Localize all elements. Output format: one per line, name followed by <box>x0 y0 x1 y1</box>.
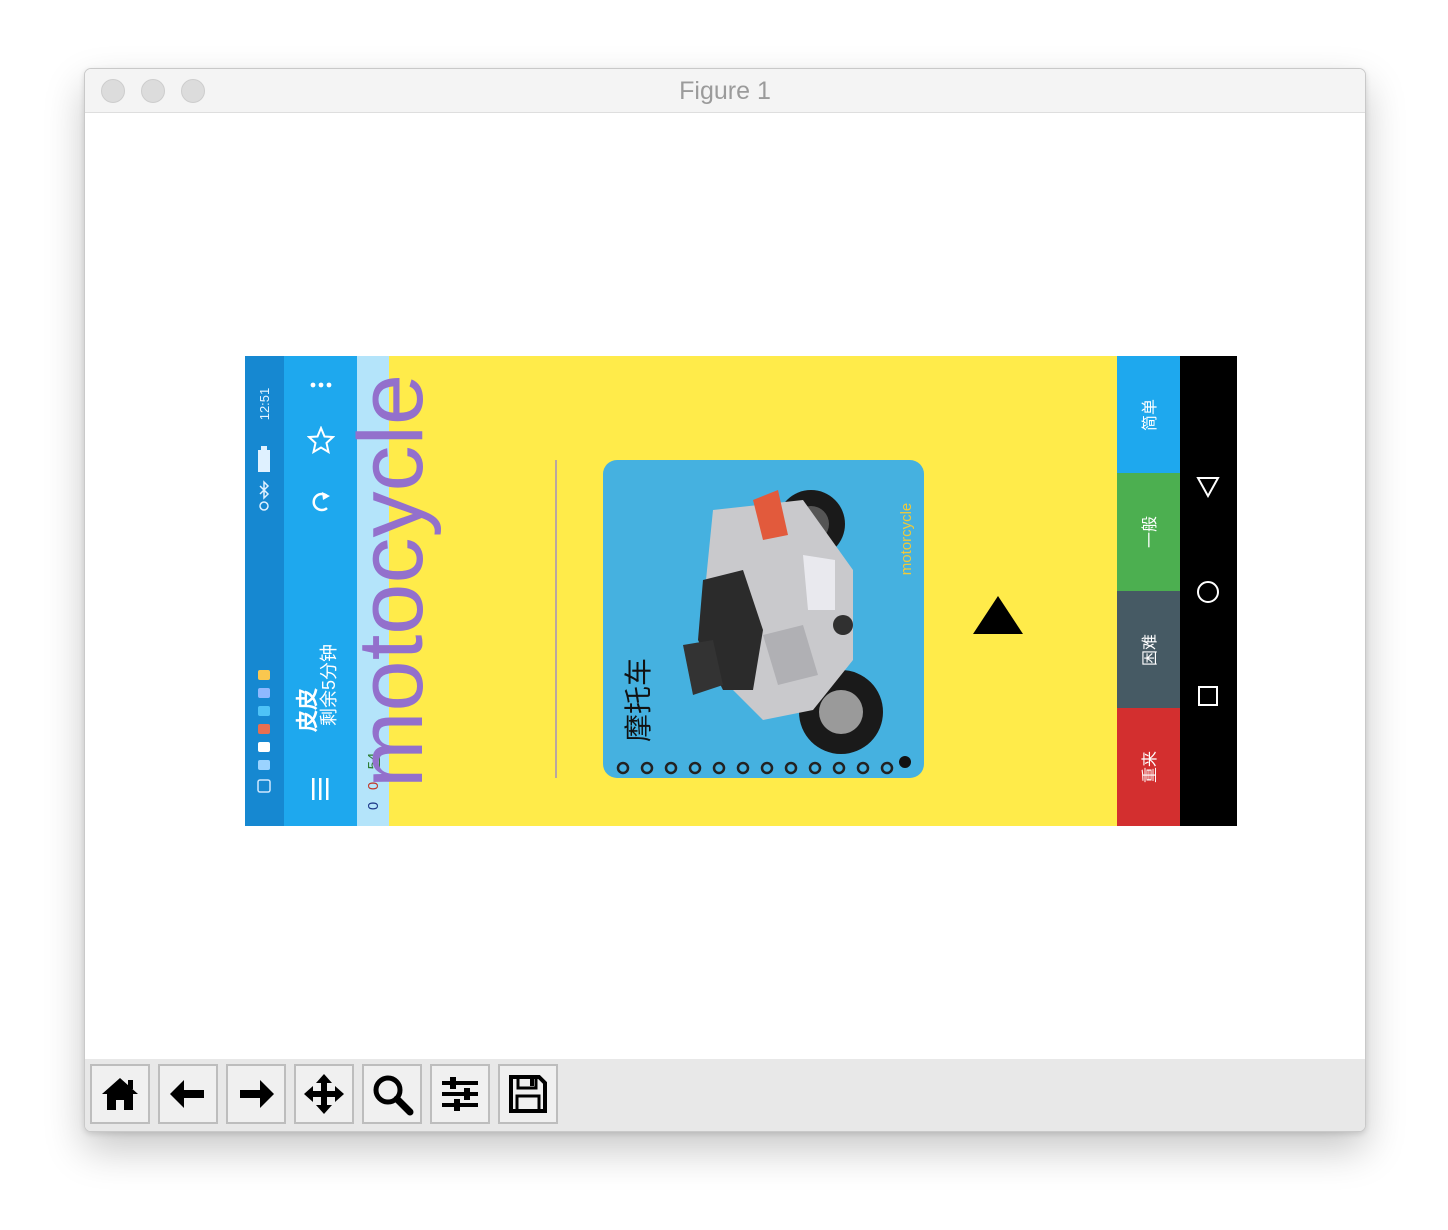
easy-button-label: 简单 <box>1142 398 1160 431</box>
forward-button[interactable] <box>226 1064 286 1124</box>
home-circle-icon[interactable] <box>1196 580 1220 604</box>
window-title: Figure 1 <box>679 77 771 105</box>
figure-window: Figure 1 12:51 皮皮 剩余5分钟 0 0 54 motocycle… <box>84 68 1366 1132</box>
hard-button[interactable]: 困难 <box>1117 591 1180 708</box>
home-button[interactable] <box>90 1064 150 1124</box>
menu-icon[interactable] <box>308 776 332 802</box>
restart-button-label: 重来 <box>1142 750 1160 784</box>
configure-subplots-button[interactable] <box>430 1064 490 1124</box>
play-triangle-icon[interactable] <box>972 594 1024 636</box>
back-button[interactable] <box>158 1064 218 1124</box>
photo-english-label: motorcycle <box>898 502 915 576</box>
figure-toolbar <box>85 1059 1365 1131</box>
star-icon[interactable] <box>307 426 335 454</box>
android-nav-bar <box>1180 356 1237 826</box>
more-icon[interactable] <box>309 374 333 396</box>
normal-button-label: 一般 <box>1142 515 1160 549</box>
normal-button[interactable]: 一般 <box>1117 473 1180 591</box>
battery-icon <box>258 446 270 472</box>
arrow-right-icon <box>240 1080 274 1108</box>
floppy-disk-icon <box>509 1075 547 1113</box>
phone-screenshot: 12:51 皮皮 剩余5分钟 0 0 54 motocycle motorcyc… <box>245 356 1237 826</box>
move-icon <box>304 1074 344 1114</box>
status-time: 12:51 <box>257 387 272 421</box>
status-bar: 12:51 <box>245 356 284 826</box>
recents-square-icon[interactable] <box>1197 685 1219 707</box>
pan-button[interactable] <box>294 1064 354 1124</box>
arrow-left-icon <box>170 1080 204 1108</box>
card-photo: motorcycle 摩托车 <box>603 460 924 778</box>
restart-button[interactable]: 重来 <box>1117 708 1180 826</box>
sliders-icon <box>442 1077 478 1111</box>
status-notification-icons <box>257 670 271 793</box>
save-button[interactable] <box>498 1064 558 1124</box>
refresh-icon[interactable] <box>309 488 333 516</box>
card-word: motocycle <box>340 373 442 789</box>
spiral-binding <box>616 756 911 775</box>
figure-canvas[interactable]: 12:51 皮皮 剩余5分钟 0 0 54 motocycle motorcyc… <box>85 113 1365 1059</box>
card-divider <box>555 460 557 778</box>
magnifier-icon <box>373 1075 414 1116</box>
photo-chinese-label: 摩托车 <box>622 658 655 743</box>
home-icon <box>102 1078 138 1110</box>
hard-button-label: 困难 <box>1142 633 1160 666</box>
zoom-button[interactable] <box>362 1064 422 1124</box>
app-subtitle: 剩余5分钟 <box>319 644 339 727</box>
bluetooth-alarm-icons <box>259 480 270 511</box>
back-triangle-icon[interactable] <box>1196 476 1220 498</box>
easy-button[interactable]: 简单 <box>1117 356 1180 473</box>
title-bar: Figure 1 <box>85 69 1365 113</box>
